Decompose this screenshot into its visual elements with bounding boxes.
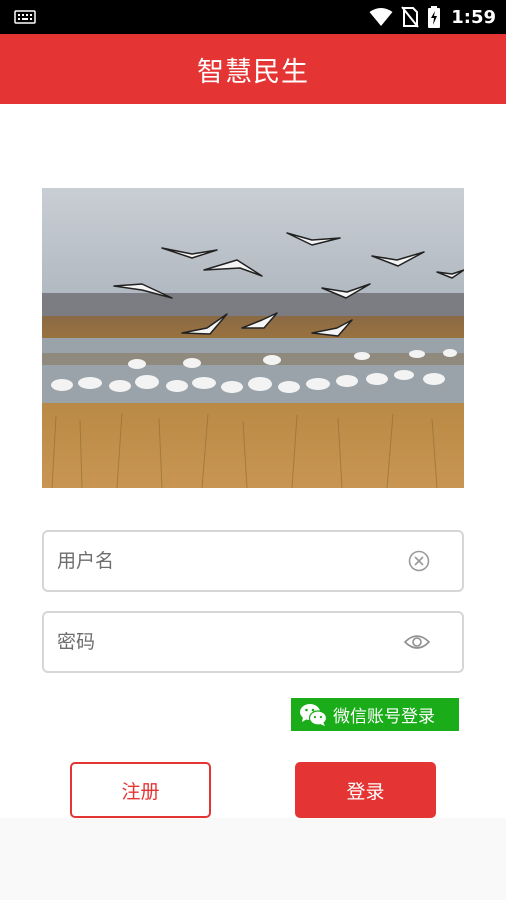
- username-input[interactable]: [44, 532, 384, 590]
- login-button[interactable]: 登录: [295, 762, 436, 818]
- wechat-icon: [300, 703, 327, 726]
- wechat-login-button[interactable]: 微信账号登录: [291, 698, 459, 731]
- password-input[interactable]: [44, 613, 384, 671]
- username-field-container: [42, 530, 464, 592]
- status-time: 1:59: [451, 6, 496, 28]
- status-bar: 1:59: [0, 0, 506, 34]
- battery-charging-icon: [428, 6, 441, 28]
- register-button-label: 注册: [121, 780, 160, 803]
- password-field-container: [42, 611, 464, 673]
- clear-icon[interactable]: [408, 550, 430, 572]
- bottom-area: [0, 818, 506, 900]
- keyboard-icon: [14, 10, 36, 24]
- login-button-label: 登录: [346, 780, 385, 803]
- register-button[interactable]: 注册: [70, 762, 211, 818]
- wifi-icon: [369, 8, 393, 26]
- app-title: 智慧民生: [197, 56, 309, 88]
- wechat-login-label: 微信账号登录: [333, 707, 435, 727]
- no-sim-icon: [401, 6, 419, 28]
- eye-icon[interactable]: [404, 633, 430, 651]
- app-bar: 智慧民生: [0, 34, 506, 104]
- hero-image: [42, 188, 464, 488]
